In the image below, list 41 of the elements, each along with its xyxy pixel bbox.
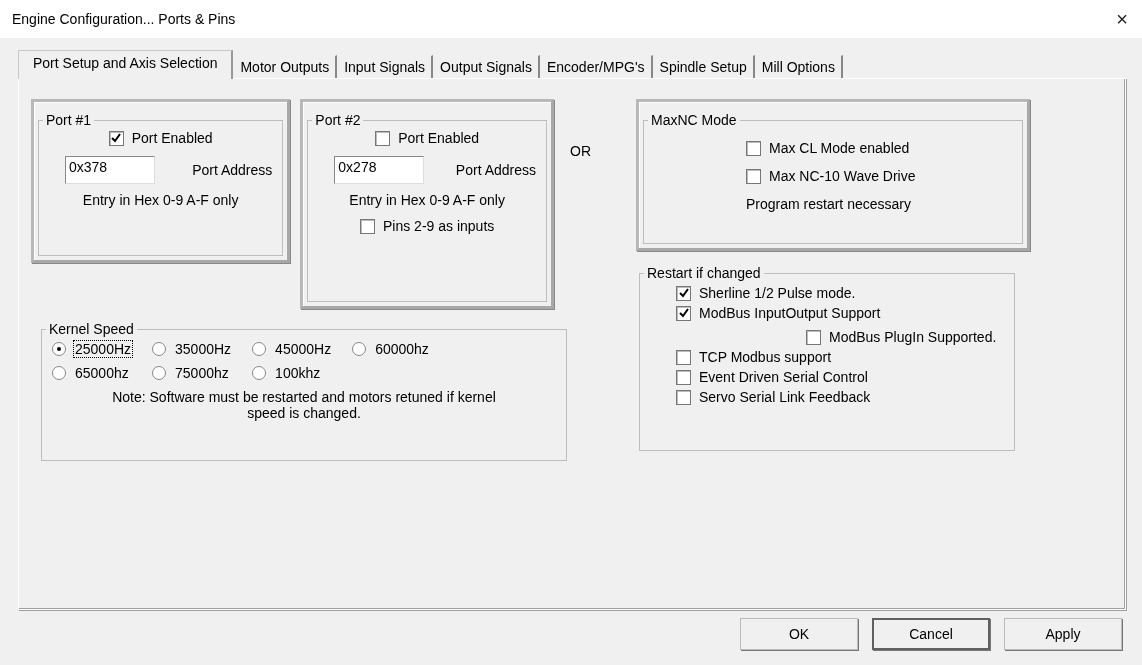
or-label: OR (570, 143, 591, 159)
close-button[interactable]: × (1116, 7, 1128, 31)
option-checkbox[interactable]: Servo Serial Link Feedback (676, 389, 1004, 405)
dialog-button[interactable]: Cancel (872, 618, 990, 650)
option-checkbox[interactable]: Max CL Mode enabled (746, 140, 1012, 156)
radio-button[interactable]: 65000hz (52, 365, 133, 381)
check-icon (678, 308, 689, 318)
radio-button[interactable]: 45000Hz (252, 341, 333, 357)
check-icon (678, 288, 689, 298)
note-text: Note: Software must be restarted and motors retuned if kernel speed is changed. (111, 389, 497, 421)
field-label: Port Address (192, 162, 273, 178)
option-checkbox[interactable]: ModBus InputOutput Support (676, 305, 1004, 321)
port-enabled-checkbox[interactable]: Port Enabled (108, 130, 213, 146)
option-checkbox[interactable]: Sherline 1/2 Pulse mode. (676, 285, 1004, 301)
check-icon (111, 133, 122, 143)
radio-button[interactable]: 75000hz (152, 365, 233, 381)
option-checkbox[interactable]: Event Driven Serial Control (676, 369, 1004, 385)
group-title: Restart if changed (646, 265, 762, 281)
radio-button[interactable]: 25000Hz (52, 341, 133, 357)
radio-button[interactable]: 35000Hz (152, 341, 233, 357)
radio-button[interactable]: 60000hz (352, 341, 430, 357)
option-checkbox[interactable]: Max NC-10 Wave Drive (746, 168, 1012, 184)
radio-button[interactable]: 100khz (252, 365, 333, 381)
field-label: Port Address (455, 162, 536, 178)
window-title: Engine Configuration... Ports & Pins (12, 11, 236, 27)
option-checkbox[interactable]: TCP Modbus support (676, 349, 1004, 365)
hint-text: Entry in Hex 0-9 A-F only (82, 192, 239, 208)
group-title: MaxNC Mode (650, 112, 738, 128)
note-text: Program restart necessary (746, 196, 912, 212)
tab[interactable]: Port Setup and Axis Selection (18, 50, 234, 79)
port-address-field[interactable]: 0x278 (334, 156, 425, 184)
dialog-button[interactable]: Apply (1004, 618, 1122, 650)
group-title: Port #1 (45, 112, 93, 128)
hint-text: Entry in Hex 0-9 A-F only (349, 192, 505, 208)
port-enabled-checkbox[interactable]: Port Enabled (375, 130, 480, 146)
group-title: Port #2 (314, 112, 362, 128)
dialog-button[interactable]: OK (740, 618, 858, 650)
group-title: Kernel Speed (48, 321, 135, 337)
port-address-field[interactable]: 0x378 (65, 156, 155, 184)
pins-inputs-checkbox[interactable]: Pins 2-9 as inputs (360, 218, 495, 234)
option-checkbox[interactable]: ModBus PlugIn Supported. (806, 329, 1004, 345)
